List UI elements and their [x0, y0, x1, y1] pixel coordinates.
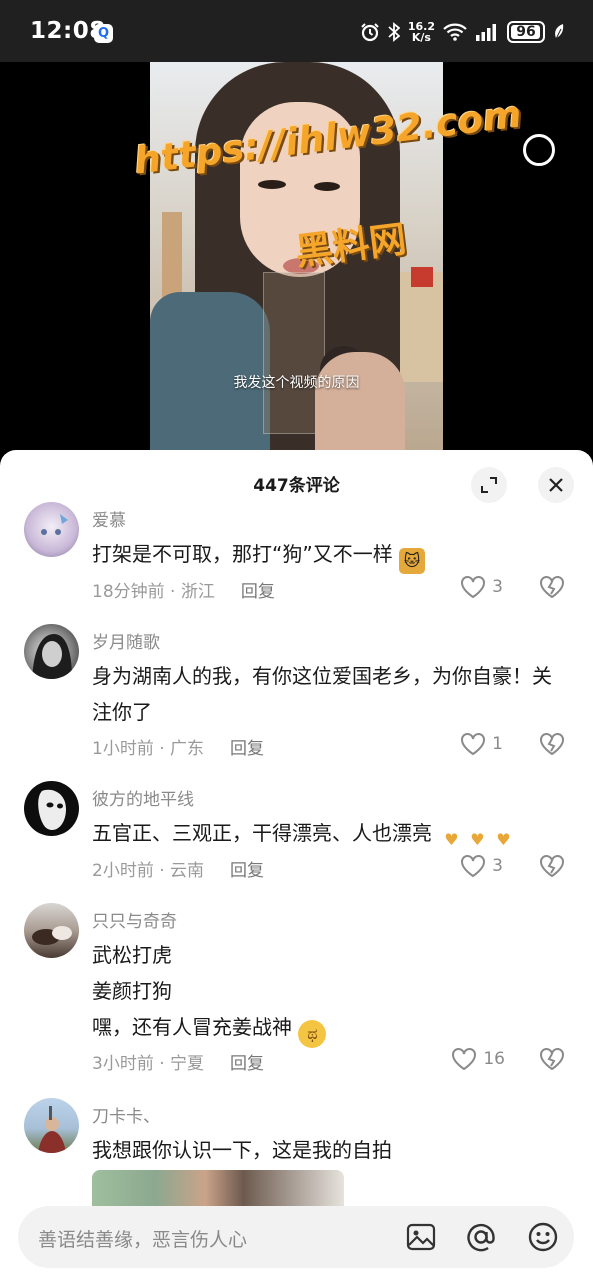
avatar[interactable]: [24, 1098, 79, 1153]
comment-username[interactable]: 爱慕: [92, 506, 126, 531]
comment-text: 身为湖南人的我，有你这位爱国老乡，为你自豪！关注你了: [92, 664, 552, 724]
broken-heart-icon: [540, 855, 564, 878]
comment-text-content: 打架是不可取，那打“狗”又不一样: [92, 542, 393, 566]
comment-time: 2小时前 · 云南: [92, 861, 205, 881]
battery-level: 96: [516, 24, 536, 40]
avatar[interactable]: [24, 903, 79, 958]
like-count: 1: [492, 734, 503, 754]
reply-button[interactable]: 回复: [230, 1049, 264, 1074]
app-notification-icon: Q: [94, 24, 113, 43]
bluetooth-icon: [388, 22, 400, 42]
reply-button[interactable]: 回复: [241, 577, 275, 602]
comment-text-content: 嘿，还有人冒充姜战神: [92, 1015, 292, 1039]
signal-icon: [475, 23, 499, 41]
close-button[interactable]: [538, 467, 574, 503]
heart-icon: [461, 855, 486, 878]
net-speed-unit: K/s: [411, 31, 431, 44]
comment-username[interactable]: 只只与奇奇: [92, 907, 177, 932]
image-icon: [406, 1223, 436, 1251]
emoji-button[interactable]: [526, 1220, 560, 1254]
person-eye-left: [258, 180, 286, 189]
status-icons: 16.2 K/s 96: [360, 17, 565, 47]
video-player[interactable]: 我发这个视频的原因 https://ihlw32.com 黑料网: [0, 62, 593, 457]
comment-item: 刀卡卡、 我想跟你认识一下，这是我的自拍: [0, 1098, 593, 1220]
like-button[interactable]: 3: [460, 575, 503, 599]
comment-meta: 2小时前 · 云南 回复: [92, 856, 264, 881]
cat-emoji-icon: 🐱: [399, 548, 426, 574]
comment-text: 打架是不可取，那打“狗”又不一样 🐱: [92, 536, 562, 574]
avatar[interactable]: [24, 624, 79, 679]
finger-heart-emoji-icon: ♥: [444, 830, 459, 849]
comment-item: 爱慕 打架是不可取，那打“狗”又不一样 🐱 18分钟前 · 浙江 回复 3: [0, 502, 593, 622]
dislike-button[interactable]: [539, 575, 565, 603]
dislike-button[interactable]: [539, 732, 565, 760]
expand-icon: [481, 477, 497, 493]
comment-text-content: 五官正、三观正，干得漂亮、人也漂亮: [92, 821, 432, 845]
comment-text-line: 嘿，还有人冒充姜战神 ಥ: [92, 1009, 562, 1048]
comment-item: 彼方的地平线 五官正、三观正，干得漂亮、人也漂亮 ♥ ♥ ♥ 2小时前 · 云南 回…: [0, 781, 593, 901]
dislike-button[interactable]: [539, 1047, 565, 1075]
like-count: 3: [492, 856, 503, 876]
comment-input-placeholder[interactable]: 善语结善缘，恶言伤人心: [38, 1225, 247, 1252]
like-button[interactable]: 3: [460, 854, 503, 878]
comment-text: 五官正、三观正，干得漂亮、人也漂亮 ♥ ♥ ♥: [92, 815, 562, 853]
video-loading-ring-icon: [523, 134, 555, 166]
comment-text-line: 武松打虎: [92, 943, 172, 967]
leaf-icon: [553, 23, 565, 41]
close-icon: [549, 478, 563, 492]
comment-text-line: 姜颜打狗: [92, 979, 172, 1003]
emoji-icon: [528, 1222, 558, 1252]
comment-time: 18分钟前 · 浙江: [92, 582, 215, 602]
comment-time: 3小时前 · 宁夏: [92, 1054, 205, 1074]
video-subtitle: 我发这个视频的原因: [233, 375, 360, 391]
second-person: [315, 352, 405, 457]
comment-username[interactable]: 刀卡卡、: [92, 1102, 160, 1127]
comment-username[interactable]: 岁月随歌: [92, 628, 160, 653]
wifi-icon: [443, 23, 467, 41]
broken-heart-icon: [540, 1048, 564, 1071]
like-button[interactable]: 16: [451, 1047, 505, 1071]
dislike-button[interactable]: [539, 854, 565, 882]
net-speed: 16.2 K/s: [408, 21, 435, 43]
image-button[interactable]: [404, 1220, 438, 1254]
like-button[interactable]: 1: [460, 732, 503, 756]
heart-icon: [461, 733, 486, 756]
finger-heart-emoji-icon: ♥: [470, 830, 485, 849]
avatar[interactable]: [24, 502, 79, 557]
background-decoration: [411, 267, 433, 287]
heart-icon: [461, 576, 486, 599]
broken-heart-icon: [540, 576, 564, 599]
finger-heart-emoji-icon: ♥: [496, 830, 511, 849]
like-count: 16: [483, 1049, 505, 1069]
comment-meta: 18分钟前 · 浙江 回复: [92, 577, 275, 602]
comment-input-bar[interactable]: 善语结善缘，恶言伤人心: [18, 1206, 574, 1268]
like-count: 3: [492, 577, 503, 597]
mention-button[interactable]: [464, 1220, 498, 1254]
avatar[interactable]: [24, 781, 79, 836]
expand-button[interactable]: [471, 467, 507, 503]
comment-sheet: 447条评论 爱慕 打架是不可取，那打“狗”又不一样 🐱 18分钟前 · 浙江 …: [0, 450, 593, 1280]
at-icon: [467, 1223, 495, 1252]
reply-button[interactable]: 回复: [230, 734, 264, 759]
comment-meta: 3小时前 · 宁夏 回复: [92, 1049, 264, 1074]
comment-item: 只只与奇奇 武松打虎 姜颜打狗 嘿，还有人冒充姜战神 ಥ 3小时前 · 宁夏 回…: [0, 903, 593, 1093]
person-eye-right: [314, 182, 340, 191]
comment-item: 岁月随歌 身为湖南人的我，有你这位爱国老乡，为你自豪！关注你了 1小时前 · 广…: [0, 624, 593, 774]
comment-text: 武松打虎 姜颜打狗 嘿，还有人冒充姜战神 ಥ: [92, 937, 562, 1048]
heart-icon: [452, 1048, 477, 1071]
alarm-icon: [360, 22, 380, 42]
comment-time: 1小时前 · 广东: [92, 739, 205, 759]
comment-text: 我想跟你认识一下，这是我的自拍: [92, 1138, 392, 1162]
broken-heart-icon: [540, 733, 564, 756]
battery-icon: 96: [507, 21, 545, 43]
comment-username[interactable]: 彼方的地平线: [92, 785, 194, 810]
reply-button[interactable]: 回复: [230, 856, 264, 881]
status-bar: 12:08 Q 16.2 K/s 96: [0, 0, 593, 62]
crying-face-emoji-icon: ಥ: [298, 1020, 327, 1048]
comment-meta: 1小时前 · 广东 回复: [92, 734, 264, 759]
